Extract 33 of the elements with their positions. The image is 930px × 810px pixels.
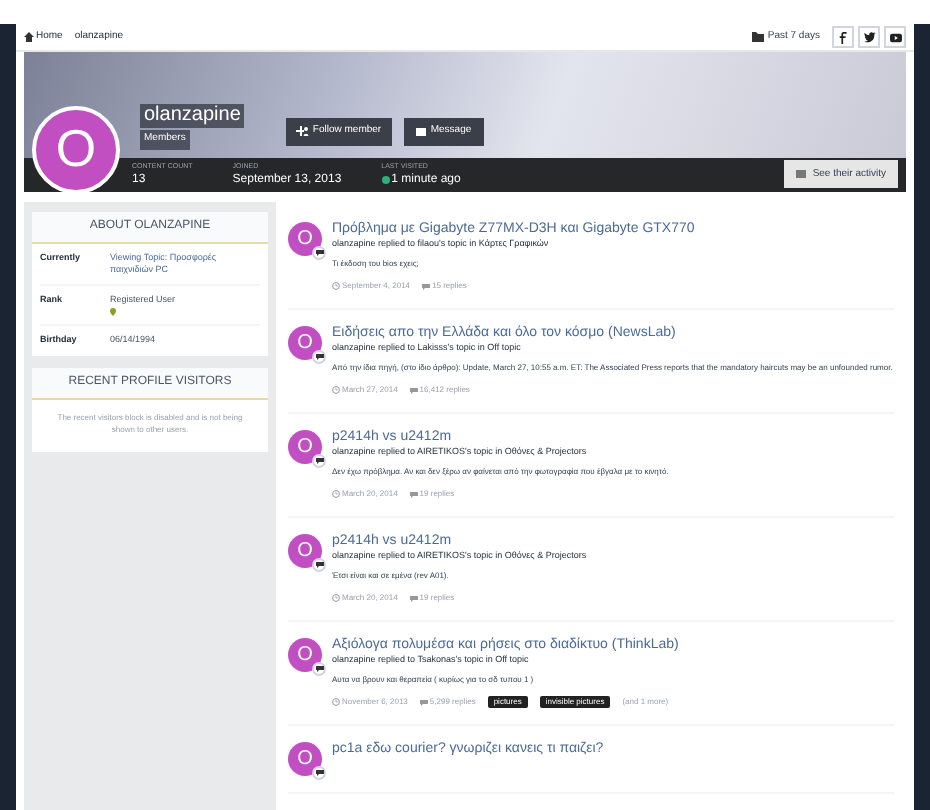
clock-icon: [332, 386, 340, 394]
social-link[interactable]: [884, 26, 906, 49]
twitter-icon: [863, 31, 875, 44]
clock-icon: [332, 698, 340, 706]
speech-bubble-icon: [315, 562, 323, 568]
social-link[interactable]: [858, 26, 880, 49]
facebook-icon: [837, 31, 849, 44]
avatar: O: [288, 326, 322, 360]
avatar: O: [288, 742, 322, 776]
speech-bubble-icon: [315, 354, 323, 360]
speech-bubble-icon: [315, 770, 323, 776]
speech-bubble-icon: [419, 699, 428, 705]
envelope-icon: [416, 127, 427, 136]
home-icon: [24, 32, 34, 43]
profile-name: olanzapine: [140, 104, 245, 129]
speech-bubble-icon: [315, 250, 323, 256]
add-person-icon: [296, 126, 311, 137]
speech-bubble-icon: [409, 491, 418, 497]
avatar: O: [288, 638, 322, 672]
video-icon: [889, 31, 901, 44]
avatar: O: [288, 222, 322, 256]
clock-icon: [332, 594, 340, 602]
avatar: O: [288, 534, 322, 568]
clock-icon: [332, 490, 340, 498]
speech-bubble-icon: [409, 387, 418, 393]
speech-bubble-icon: [409, 595, 418, 601]
speech-bubble-icon: [315, 666, 323, 672]
speech-bubble-icon: [315, 458, 323, 464]
folder-icon: [751, 32, 764, 43]
avatar: O: [288, 430, 322, 464]
clock-icon: [332, 282, 340, 290]
social-link[interactable]: [832, 26, 854, 49]
speech-bubble-icon: [422, 283, 431, 289]
